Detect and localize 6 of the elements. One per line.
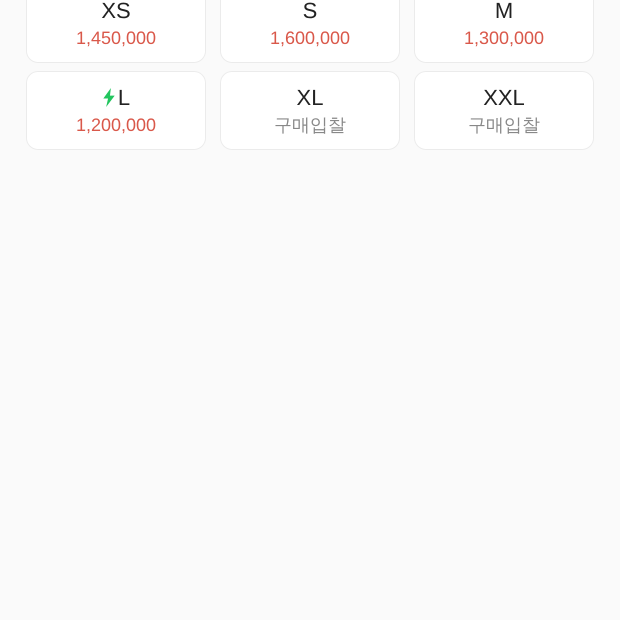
size-option[interactable]: XS 1,450,000 [26, 0, 206, 63]
size-option[interactable]: XL 구매입찰 [220, 71, 400, 150]
size-option[interactable]: L 1,200,000 [26, 71, 206, 150]
size-option[interactable]: XXL 구매입찰 [414, 71, 594, 150]
size-option[interactable]: M 1,300,000 [414, 0, 594, 63]
size-option[interactable]: S 1,600,000 [220, 0, 400, 63]
